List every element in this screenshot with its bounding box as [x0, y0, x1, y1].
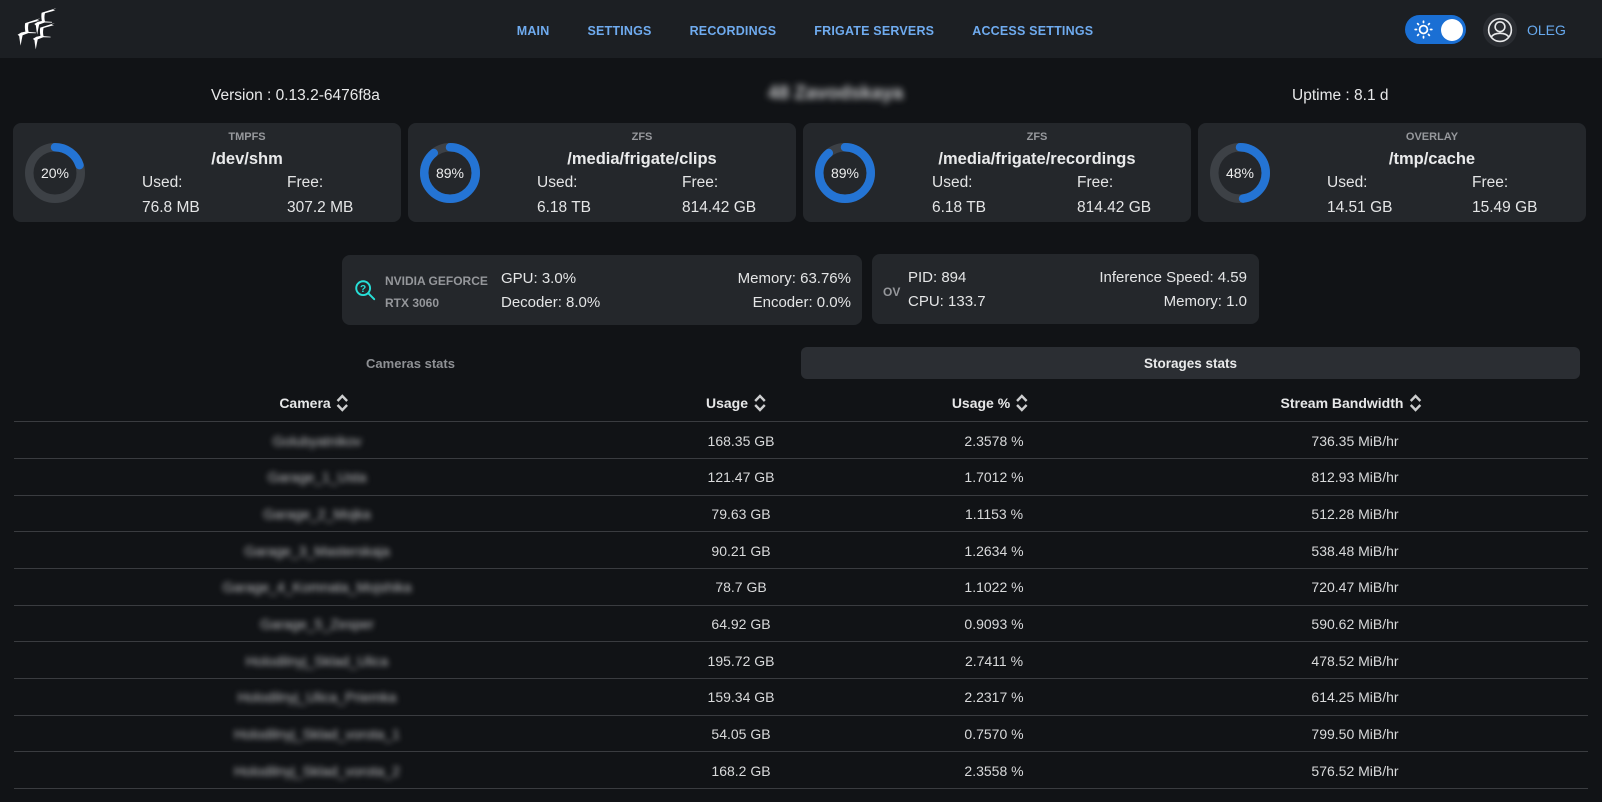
svg-text:?: ?	[360, 284, 366, 295]
